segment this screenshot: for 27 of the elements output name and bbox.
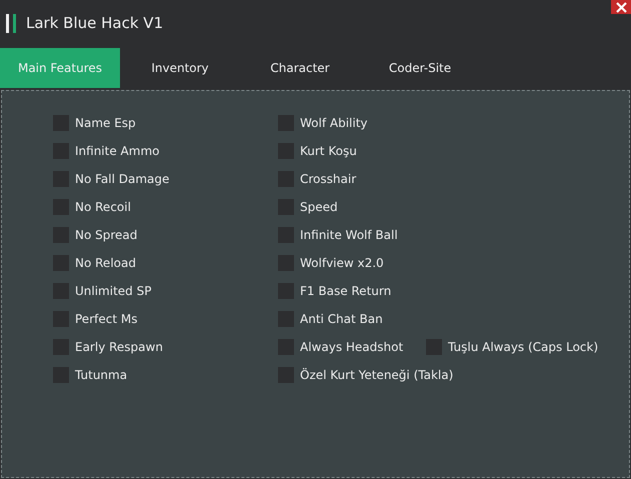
checkbox-label: Kurt Koşu: [300, 144, 357, 158]
checkbox-label: Crosshair: [300, 172, 356, 186]
checkbox-label: Name Esp: [75, 116, 136, 130]
checkbox-label: Anti Chat Ban: [300, 312, 383, 326]
checkbox-label: Unlimited SP: [75, 284, 152, 298]
checkbox-label: No Reload: [75, 256, 136, 270]
tab[interactable]: Character: [240, 48, 360, 88]
checkbox-label: Infinite Ammo: [75, 144, 160, 158]
checkbox-label: Speed: [300, 200, 338, 214]
checkbox-label: No Spread: [75, 228, 138, 242]
checkbox-label: Tuşlu Always (Caps Lock): [448, 340, 598, 354]
checkbox-label: Always Headshot: [300, 340, 404, 354]
checkbox-label: Infinite Wolf Ball: [300, 228, 398, 242]
window-title: Lark Blue Hack V1: [26, 14, 164, 32]
checkbox-label: Wolf Ability: [300, 116, 368, 130]
tab[interactable]: Coder-Site: [360, 48, 480, 88]
checkbox-label: F1 Base Return: [300, 284, 392, 298]
checkbox-label: No Recoil: [75, 200, 131, 214]
tab[interactable]: Inventory: [120, 48, 240, 88]
checkbox-label: Perfect Ms: [75, 312, 138, 326]
checkbox-label: Early Respawn: [75, 340, 163, 354]
checkbox-label: Özel Kurt Yeteneği (Takla): [300, 368, 454, 382]
checkbox-label: Wolfview x2.0: [300, 256, 384, 270]
checkbox-label: No Fall Damage: [75, 172, 170, 186]
close-icon[interactable]: [611, 0, 631, 14]
logo-icon: [6, 14, 17, 32]
checkbox-label: Tutunma: [75, 368, 128, 382]
